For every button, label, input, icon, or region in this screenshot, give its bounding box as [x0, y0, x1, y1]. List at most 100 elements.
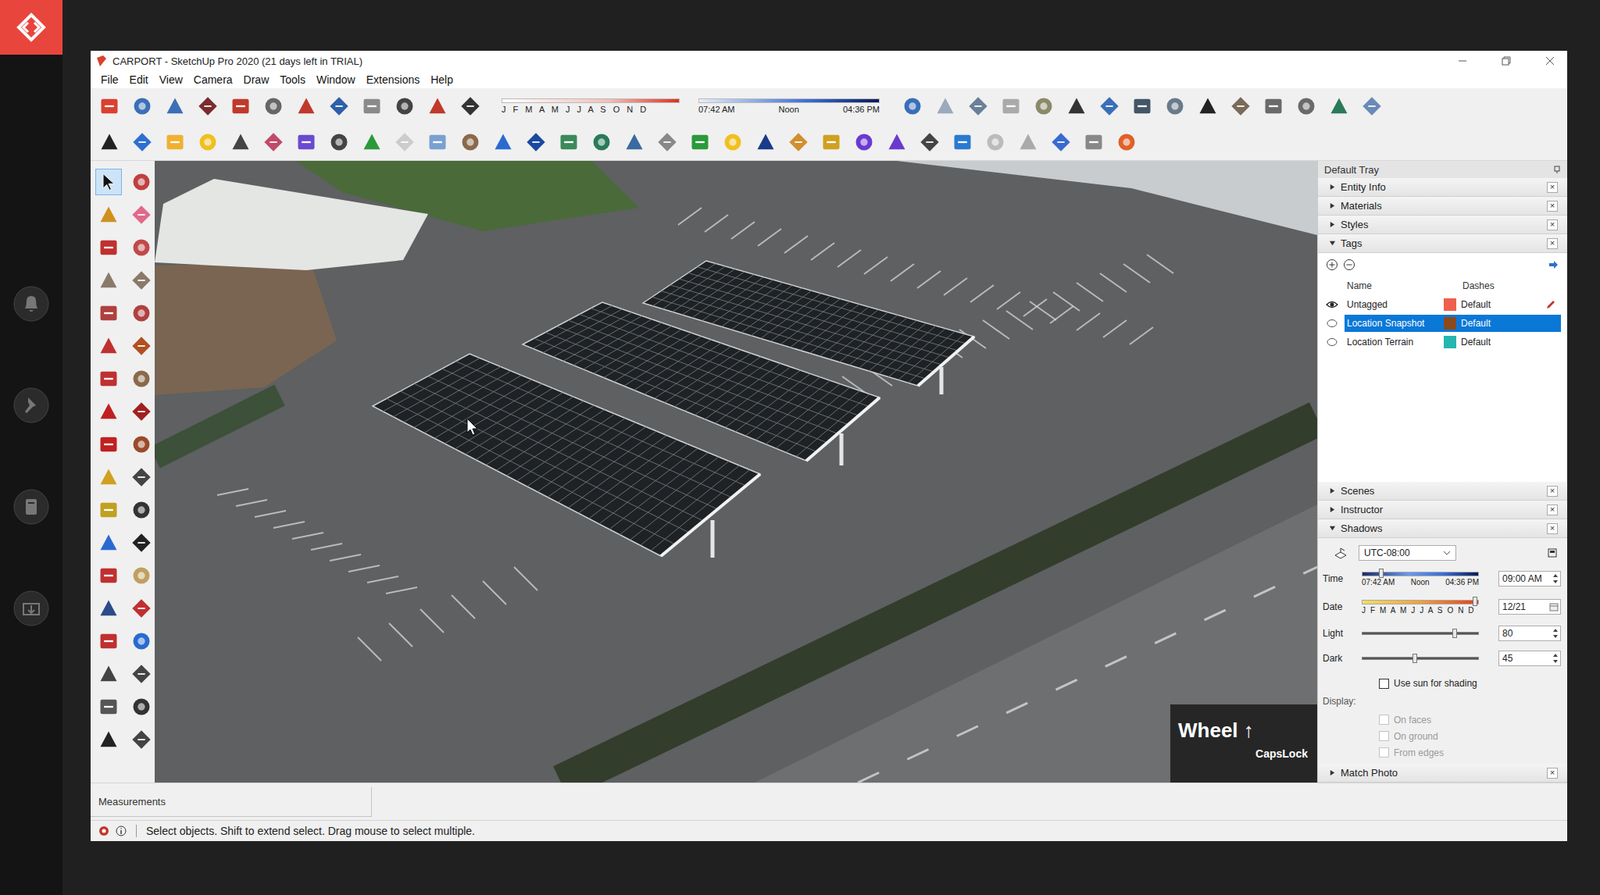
eye-visible-icon[interactable] [1325, 300, 1339, 310]
toolbar-tool-icon[interactable] [97, 564, 120, 587]
tool-button[interactable] [95, 267, 122, 294]
toolbar-tool-icon[interactable] [951, 131, 974, 154]
tag-row-body[interactable]: Location Terrain Default [1344, 333, 1561, 351]
toolbar-tool-icon[interactable] [97, 532, 120, 554]
toolbar-tool-icon[interactable] [130, 203, 153, 226]
tool-button[interactable] [95, 726, 122, 754]
add-tag-icon[interactable] [1325, 258, 1339, 272]
toolbar-tool-icon[interactable] [130, 335, 153, 358]
toolbar-tool-icon[interactable] [459, 95, 482, 118]
tray-section-header[interactable]: Instructor × [1317, 500, 1568, 520]
toolbar-tool-icon[interactable] [901, 95, 924, 118]
close-section-button[interactable]: × [1546, 767, 1558, 779]
time-track[interactable] [698, 98, 880, 104]
tag-dashes[interactable]: Default [1460, 299, 1491, 311]
toolbar-tool-icon[interactable] [130, 696, 153, 718]
toolbar-tool-icon[interactable] [1082, 131, 1105, 154]
column-header[interactable]: Dashes [1462, 280, 1495, 292]
slider-track[interactable] [1361, 600, 1479, 605]
tool-button[interactable] [128, 693, 155, 721]
toolbar-tool-icon[interactable] [164, 95, 186, 118]
toolbar-tool-icon[interactable] [97, 499, 120, 522]
display-option[interactable]: From edges [1322, 744, 1561, 761]
toolbar-tool-icon[interactable] [97, 728, 120, 751]
tool-button[interactable] [128, 529, 155, 557]
close-section-button[interactable]: × [1546, 523, 1558, 535]
toolbar-tool-icon[interactable] [1164, 95, 1186, 118]
tool-button[interactable] [128, 398, 155, 425]
tag-row[interactable]: Location Terrain Default [1317, 332, 1568, 352]
toolbar-tool-icon[interactable] [131, 131, 154, 154]
toolbar-tool-icon[interactable] [97, 335, 120, 358]
tray-section-header[interactable]: Scenes × [1317, 482, 1568, 501]
info-icon[interactable] [115, 825, 127, 837]
toolbar-tool-icon[interactable] [97, 269, 120, 292]
tool-button[interactable] [128, 726, 155, 754]
toolbar-tool-icon[interactable] [130, 367, 153, 390]
tool-button[interactable] [95, 365, 122, 393]
tool-button[interactable] [95, 595, 122, 622]
menu-item[interactable]: Draw [238, 73, 275, 86]
solar-carport[interactable] [642, 260, 975, 386]
tool-button[interactable] [128, 201, 155, 229]
date-input[interactable]: 12/21 [1498, 599, 1561, 615]
intensity-input[interactable]: 80 [1498, 625, 1561, 642]
details-arrow-icon[interactable] [1546, 258, 1560, 272]
toolbar-date-slider[interactable]: J F M A M J J A S O N D [501, 98, 680, 115]
toolbar-tool-icon[interactable] [885, 131, 908, 154]
geo-location-icon[interactable] [98, 825, 110, 837]
tool-button[interactable] [95, 398, 122, 425]
toolbar-tool-icon[interactable] [130, 499, 153, 522]
slider-thumb[interactable] [1378, 568, 1384, 579]
menu-item[interactable]: Edit [124, 73, 154, 86]
toolbar-tool-icon[interactable] [525, 131, 547, 154]
time-input[interactable]: 09:00 AM [1498, 571, 1561, 587]
toolbar-tool-icon[interactable] [393, 95, 416, 118]
toolbar-tool-icon[interactable] [492, 131, 515, 154]
expand-details-icon[interactable] [1546, 547, 1558, 559]
toolbar-tool-icon[interactable] [196, 95, 219, 118]
tool-button[interactable] [128, 267, 155, 294]
menu-item[interactable]: Window [310, 73, 361, 86]
toolbar-tool-icon[interactable] [1131, 95, 1154, 118]
menu-item[interactable]: Help [425, 73, 459, 86]
menu-item[interactable]: Camera [188, 73, 239, 86]
app-logo[interactable] [0, 0, 63, 55]
toolbar-tool-icon[interactable] [1098, 95, 1121, 118]
toolbar-tool-icon[interactable] [1229, 95, 1252, 118]
checkbox[interactable] [1378, 678, 1390, 690]
close-section-button[interactable]: × [1546, 485, 1558, 497]
menu-item[interactable]: View [153, 73, 189, 86]
tag-dashes[interactable]: Default [1460, 336, 1491, 348]
toolbar-tool-icon[interactable] [97, 302, 120, 325]
toolbar-tool-icon[interactable] [97, 400, 120, 423]
toolbar-tool-icon[interactable] [196, 131, 219, 154]
tool-button[interactable] [95, 332, 122, 360]
toolbar-time-slider[interactable]: 07:42 AM Noon 04:36 PM [698, 98, 880, 115]
close-section-button[interactable]: × [1546, 219, 1558, 231]
minimize-icon[interactable] [1456, 54, 1469, 68]
toolbar-tool-icon[interactable] [229, 95, 252, 118]
date-track[interactable] [501, 98, 680, 104]
toolbar-tool-icon[interactable] [590, 131, 613, 154]
toolbar-tool-icon[interactable] [97, 663, 120, 686]
tag-row-body[interactable]: Location Snapshot Default [1344, 314, 1561, 333]
toolbar-tool-icon[interactable] [328, 95, 350, 118]
toolbar-tool-icon[interactable] [98, 131, 121, 154]
toolbar-tool-icon[interactable] [295, 95, 318, 118]
tool-button[interactable] [128, 464, 155, 491]
expand-icon[interactable] [1328, 487, 1336, 495]
toolbar-tool-icon[interactable] [97, 367, 120, 390]
close-section-button[interactable]: × [1546, 504, 1558, 516]
pin-icon[interactable] [12, 386, 50, 425]
tool-button[interactable] [95, 201, 122, 229]
tool-button[interactable] [95, 168, 122, 196]
tool-button[interactable] [95, 300, 122, 327]
menu-item[interactable]: File [95, 73, 125, 86]
toolbar-tool-icon[interactable] [754, 131, 777, 154]
toolbar-tool-icon[interactable] [1262, 95, 1285, 118]
pin-tray-icon[interactable] [1553, 165, 1561, 174]
toolbar-tool-icon[interactable] [853, 131, 875, 154]
timezone-dropdown[interactable]: UTC-08:00 [1358, 545, 1457, 561]
slider-track[interactable] [1361, 632, 1479, 636]
